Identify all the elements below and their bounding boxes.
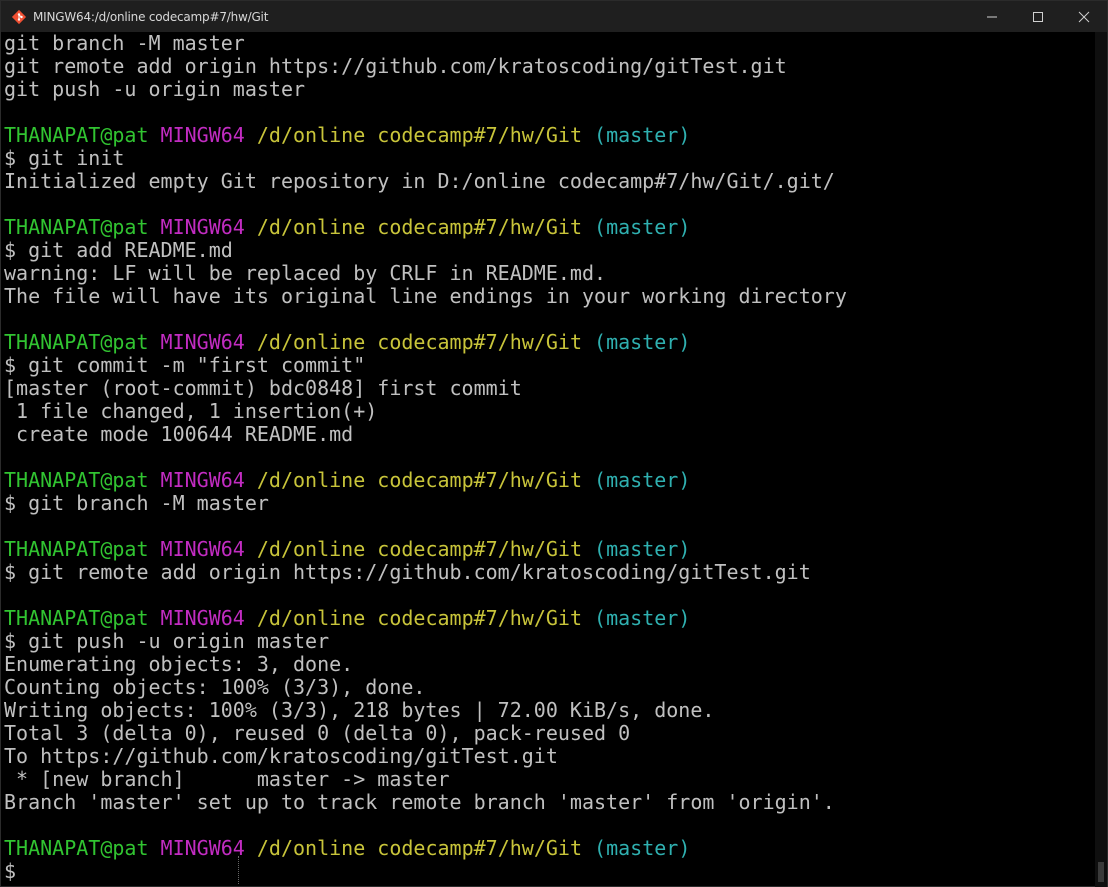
close-icon <box>1078 11 1090 22</box>
output-line: Total 3 (delta 0), reused 0 (delta 0), p… <box>4 721 631 745</box>
prompt-user: THANAPAT@pat <box>4 330 149 354</box>
maximize-icon <box>1033 11 1043 22</box>
prompt-msystem: MINGW64 <box>160 215 245 239</box>
close-button[interactable] <box>1061 1 1107 32</box>
prompt-user: THANAPAT@pat <box>4 537 149 561</box>
terminal-output[interactable]: git branch -M master git remote add origi… <box>4 32 1094 887</box>
title-bar[interactable]: MINGW64:/d/online codecamp#7/hw/Git <box>1 1 1107 32</box>
output-line: Counting objects: 100% (3/3), done. <box>4 675 426 699</box>
output-line: git branch -M master <box>4 32 245 55</box>
prompt-msystem: MINGW64 <box>160 123 245 147</box>
prompt-path: /d/online codecamp#7/hw/Git <box>256 215 582 239</box>
prompt-user: THANAPAT@pat <box>4 215 149 239</box>
prompt-path: /d/online codecamp#7/hw/Git <box>256 537 582 561</box>
scrollbar-thumb[interactable] <box>1098 862 1104 882</box>
output-line: create mode 100644 README.md <box>4 422 354 446</box>
output-line: $ git push -u origin master <box>4 629 330 653</box>
output-line: To https://github.com/kratoscoding/gitTe… <box>4 744 558 768</box>
prompt-line: THANAPAT@pat MINGW64 /d/online codecamp#… <box>4 469 1094 492</box>
prompt-path: /d/online codecamp#7/hw/Git <box>256 330 582 354</box>
window-controls <box>969 1 1107 32</box>
output-line: The file will have its original line end… <box>4 284 847 308</box>
minimize-icon <box>987 16 997 17</box>
output-line: warning: LF will be replaced by CRLF in … <box>4 261 607 285</box>
prompt-msystem: MINGW64 <box>160 836 245 860</box>
git-bash-icon <box>11 9 27 25</box>
output-line: $ <box>4 859 17 883</box>
output-line: $ git commit -m "first commit" <box>4 353 366 377</box>
prompt-line: THANAPAT@pat MINGW64 /d/online codecamp#… <box>4 124 1094 147</box>
prompt-msystem: MINGW64 <box>160 330 245 354</box>
output-line: Enumerating objects: 3, done. <box>4 652 354 676</box>
output-line: $ git add README.md <box>4 238 233 262</box>
prompt-line: THANAPAT@pat MINGW64 /d/online codecamp#… <box>4 538 1094 561</box>
prompt-msystem: MINGW64 <box>160 537 245 561</box>
prompt-user: THANAPAT@pat <box>4 468 149 492</box>
prompt-branch: (master) <box>594 123 691 147</box>
output-line: git push -u origin master <box>4 77 306 101</box>
output-line: $ git branch -M master <box>4 491 269 515</box>
output-line: Initialized empty Git repository in D:/o… <box>4 169 835 193</box>
maximize-button[interactable] <box>1015 1 1061 32</box>
output-line: * [new branch] master -> master <box>4 767 450 791</box>
minimize-button[interactable] <box>969 1 1015 32</box>
prompt-path: /d/online codecamp#7/hw/Git <box>256 468 582 492</box>
prompt-branch: (master) <box>594 330 691 354</box>
window-title: MINGW64:/d/online codecamp#7/hw/Git <box>33 9 269 24</box>
output-line: Branch 'master' set up to track remote b… <box>4 790 835 814</box>
prompt-msystem: MINGW64 <box>160 468 245 492</box>
prompt-user: THANAPAT@pat <box>4 123 149 147</box>
prompt-branch: (master) <box>594 606 691 630</box>
prompt-line: THANAPAT@pat MINGW64 /d/online codecamp#… <box>4 216 1094 239</box>
output-line: $ git init <box>4 146 125 170</box>
prompt-user: THANAPAT@pat <box>4 606 149 630</box>
prompt-path: /d/online codecamp#7/hw/Git <box>256 836 582 860</box>
prompt-path: /d/online codecamp#7/hw/Git <box>256 606 582 630</box>
text-cursor <box>238 856 240 884</box>
prompt-line: THANAPAT@pat MINGW64 /d/online codecamp#… <box>4 837 1094 860</box>
output-line: [master (root-commit) bdc0848] first com… <box>4 376 522 400</box>
prompt-branch: (master) <box>594 468 691 492</box>
prompt-branch: (master) <box>594 215 691 239</box>
output-line: git remote add origin https://github.com… <box>4 54 787 78</box>
scrollbar[interactable] <box>1095 32 1107 887</box>
prompt-user: THANAPAT@pat <box>4 836 149 860</box>
prompt-branch: (master) <box>594 836 691 860</box>
prompt-line: THANAPAT@pat MINGW64 /d/online codecamp#… <box>4 607 1094 630</box>
prompt-path: /d/online codecamp#7/hw/Git <box>256 123 582 147</box>
prompt-msystem: MINGW64 <box>160 606 245 630</box>
output-line: Writing objects: 100% (3/3), 218 bytes |… <box>4 698 715 722</box>
output-line: $ git remote add origin https://github.c… <box>4 560 811 584</box>
prompt-line: THANAPAT@pat MINGW64 /d/online codecamp#… <box>4 331 1094 354</box>
terminal-window: MINGW64:/d/online codecamp#7/hw/Git git … <box>0 0 1108 887</box>
prompt-branch: (master) <box>594 537 691 561</box>
output-line: 1 file changed, 1 insertion(+) <box>4 399 378 423</box>
